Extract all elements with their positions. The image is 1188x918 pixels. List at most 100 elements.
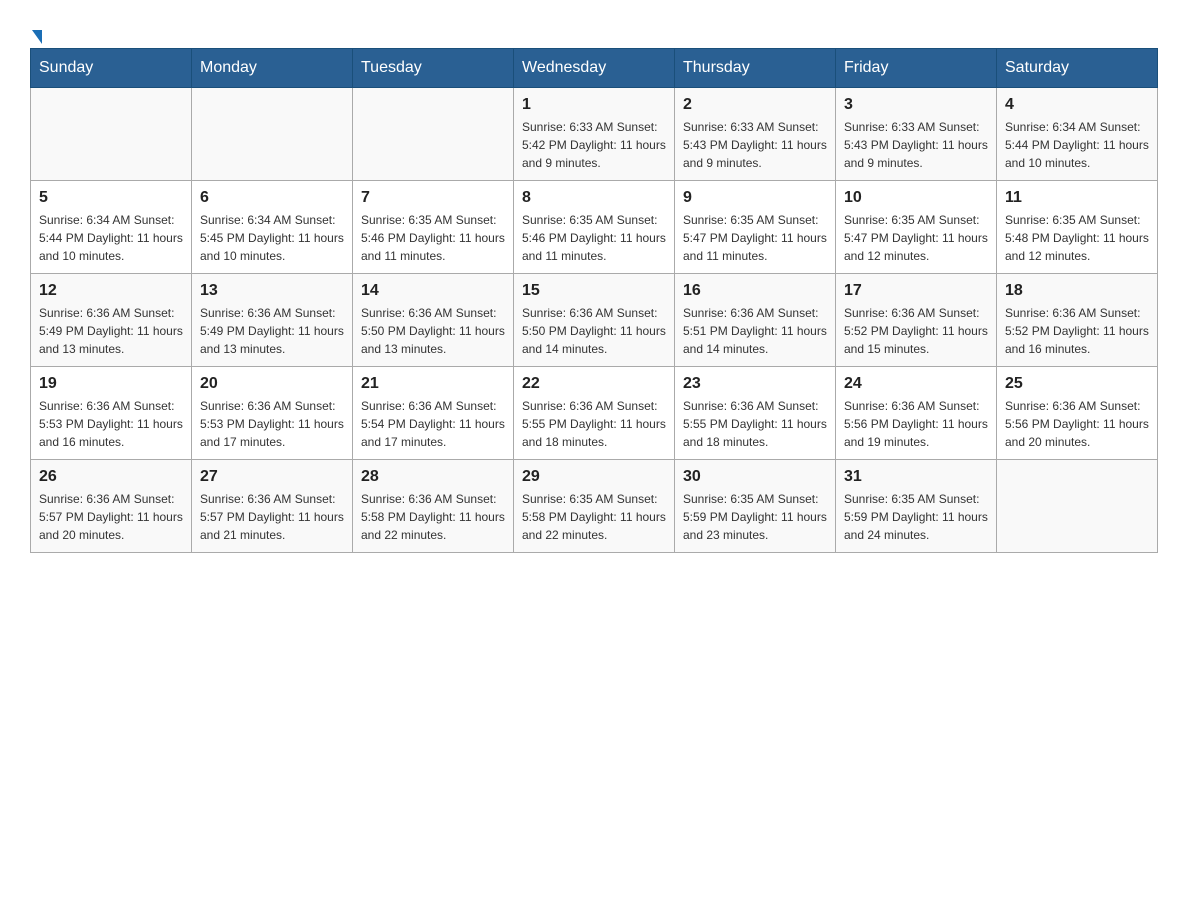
calendar-cell: 4Sunrise: 6:34 AM Sunset: 5:44 PM Daylig… xyxy=(997,88,1158,181)
day-number: 28 xyxy=(361,468,505,486)
weekday-header-sunday: Sunday xyxy=(31,49,192,88)
day-info: Sunrise: 6:36 AM Sunset: 5:50 PM Dayligh… xyxy=(522,304,666,358)
calendar-cell: 5 Sunrise: 6:34 AM Sunset: 5:44 PM Daylig… xyxy=(31,181,192,274)
day-number: 25 xyxy=(1005,375,1149,393)
day-info: Sunrise: 6:34 AM Sunset: 5:45 PM Dayligh… xyxy=(200,211,344,265)
calendar-cell: 31 Sunrise: 6:35 AM Sunset: 5:59 PM Dayli… xyxy=(836,460,997,553)
day-number: 26 xyxy=(39,468,183,486)
day-number: 15 xyxy=(522,282,666,300)
calendar-cell: 6 Sunrise: 6:34 AM Sunset: 5:45 PM Daylig… xyxy=(192,181,353,274)
day-info: Sunrise: 6:36 AM Sunset: 5:54 PM Dayligh… xyxy=(361,397,505,451)
day-number: 23 xyxy=(683,375,827,393)
calendar-cell: 18 Sunrise: 6:36 AM Sunset: 5:52 PM Dayli… xyxy=(997,274,1158,367)
day-number: 12 xyxy=(39,282,183,300)
calendar-week-row-3: 12 Sunrise: 6:36 AM Sunset: 5:49 PM Dayli… xyxy=(31,274,1158,367)
day-number: 17 xyxy=(844,282,988,300)
day-info: Sunrise: 6:35 AM Sunset: 5:48 PM Dayligh… xyxy=(1005,211,1149,265)
day-info: Sunrise: 6:36 AM Sunset: 5:50 PM Dayligh… xyxy=(361,304,505,358)
calendar-cell: 22Sunrise: 6:36 AM Sunset: 5:55 PM Dayli… xyxy=(514,367,675,460)
day-number: 3 xyxy=(844,96,988,114)
calendar-cell: 13 Sunrise: 6:36 AM Sunset: 5:49 PM Dayli… xyxy=(192,274,353,367)
calendar-cell: 10Sunrise: 6:35 AM Sunset: 5:47 PM Dayli… xyxy=(836,181,997,274)
day-info: Sunrise: 6:34 AM Sunset: 5:44 PM Dayligh… xyxy=(39,211,183,265)
day-number: 29 xyxy=(522,468,666,486)
calendar-cell: 7 Sunrise: 6:35 AM Sunset: 5:46 PM Daylig… xyxy=(353,181,514,274)
calendar-cell: 1 Sunrise: 6:33 AM Sunset: 5:42 PM Daylig… xyxy=(514,88,675,181)
day-info: Sunrise: 6:33 AM Sunset: 5:43 PM Dayligh… xyxy=(683,118,827,172)
day-number: 6 xyxy=(200,189,344,207)
calendar-cell: 15 Sunrise: 6:36 AM Sunset: 5:50 PM Dayli… xyxy=(514,274,675,367)
day-info: Sunrise: 6:35 AM Sunset: 5:59 PM Dayligh… xyxy=(683,490,827,544)
day-info: Sunrise: 6:36 AM Sunset: 5:49 PM Dayligh… xyxy=(39,304,183,358)
day-info: Sunrise: 6:35 AM Sunset: 5:46 PM Dayligh… xyxy=(522,211,666,265)
weekday-header-thursday: Thursday xyxy=(675,49,836,88)
day-info: Sunrise: 6:35 AM Sunset: 5:59 PM Dayligh… xyxy=(844,490,988,544)
day-info: Sunrise: 6:36 AM Sunset: 5:56 PM Dayligh… xyxy=(844,397,988,451)
day-info: Sunrise: 6:36 AM Sunset: 5:57 PM Dayligh… xyxy=(200,490,344,544)
weekday-header-tuesday: Tuesday xyxy=(353,49,514,88)
calendar-week-row-1: 1 Sunrise: 6:33 AM Sunset: 5:42 PM Daylig… xyxy=(31,88,1158,181)
calendar-cell xyxy=(192,88,353,181)
day-info: Sunrise: 6:35 AM Sunset: 5:58 PM Dayligh… xyxy=(522,490,666,544)
calendar-cell: 11 Sunrise: 6:35 AM Sunset: 5:48 PM Dayli… xyxy=(997,181,1158,274)
day-number: 31 xyxy=(844,468,988,486)
weekday-header-friday: Friday xyxy=(836,49,997,88)
day-number: 14 xyxy=(361,282,505,300)
calendar-cell: 16 Sunrise: 6:36 AM Sunset: 5:51 PM Dayli… xyxy=(675,274,836,367)
day-info: Sunrise: 6:36 AM Sunset: 5:52 PM Dayligh… xyxy=(844,304,988,358)
day-info: Sunrise: 6:33 AM Sunset: 5:43 PM Dayligh… xyxy=(844,118,988,172)
logo xyxy=(30,30,42,38)
day-info: Sunrise: 6:34 AM Sunset: 5:44 PM Dayligh… xyxy=(1005,118,1149,172)
calendar-cell: 30 Sunrise: 6:35 AM Sunset: 5:59 PM Dayli… xyxy=(675,460,836,553)
day-info: Sunrise: 6:35 AM Sunset: 5:46 PM Dayligh… xyxy=(361,211,505,265)
calendar-cell xyxy=(31,88,192,181)
calendar-cell: 21Sunrise: 6:36 AM Sunset: 5:54 PM Dayli… xyxy=(353,367,514,460)
weekday-header-row: SundayMondayTuesdayWednesdayThursdayFrid… xyxy=(31,49,1158,88)
weekday-header-saturday: Saturday xyxy=(997,49,1158,88)
day-info: Sunrise: 6:33 AM Sunset: 5:42 PM Dayligh… xyxy=(522,118,666,172)
day-number: 24 xyxy=(844,375,988,393)
day-info: Sunrise: 6:36 AM Sunset: 5:51 PM Dayligh… xyxy=(683,304,827,358)
day-info: Sunrise: 6:36 AM Sunset: 5:55 PM Dayligh… xyxy=(683,397,827,451)
day-info: Sunrise: 6:36 AM Sunset: 5:52 PM Dayligh… xyxy=(1005,304,1149,358)
day-number: 9 xyxy=(683,189,827,207)
calendar-cell: 23 Sunrise: 6:36 AM Sunset: 5:55 PM Dayli… xyxy=(675,367,836,460)
calendar-week-row-4: 19 Sunrise: 6:36 AM Sunset: 5:53 PM Dayli… xyxy=(31,367,1158,460)
day-info: Sunrise: 6:35 AM Sunset: 5:47 PM Dayligh… xyxy=(683,211,827,265)
calendar-cell: 9 Sunrise: 6:35 AM Sunset: 5:47 PM Daylig… xyxy=(675,181,836,274)
day-number: 8 xyxy=(522,189,666,207)
day-info: Sunrise: 6:36 AM Sunset: 5:53 PM Dayligh… xyxy=(39,397,183,451)
day-number: 18 xyxy=(1005,282,1149,300)
calendar-cell: 19 Sunrise: 6:36 AM Sunset: 5:53 PM Dayli… xyxy=(31,367,192,460)
day-number: 13 xyxy=(200,282,344,300)
day-number: 11 xyxy=(1005,189,1149,207)
day-number: 7 xyxy=(361,189,505,207)
day-number: 30 xyxy=(683,468,827,486)
day-info: Sunrise: 6:36 AM Sunset: 5:49 PM Dayligh… xyxy=(200,304,344,358)
day-info: Sunrise: 6:36 AM Sunset: 5:57 PM Dayligh… xyxy=(39,490,183,544)
day-number: 27 xyxy=(200,468,344,486)
day-number: 19 xyxy=(39,375,183,393)
day-info: Sunrise: 6:36 AM Sunset: 5:56 PM Dayligh… xyxy=(1005,397,1149,451)
calendar-cell: 2 Sunrise: 6:33 AM Sunset: 5:43 PM Daylig… xyxy=(675,88,836,181)
day-number: 2 xyxy=(683,96,827,114)
calendar-cell xyxy=(353,88,514,181)
day-number: 1 xyxy=(522,96,666,114)
day-info: Sunrise: 6:36 AM Sunset: 5:58 PM Dayligh… xyxy=(361,490,505,544)
day-info: Sunrise: 6:36 AM Sunset: 5:55 PM Dayligh… xyxy=(522,397,666,451)
day-number: 5 xyxy=(39,189,183,207)
calendar-cell: 20 Sunrise: 6:36 AM Sunset: 5:53 PM Dayli… xyxy=(192,367,353,460)
calendar-cell: 26 Sunrise: 6:36 AM Sunset: 5:57 PM Dayli… xyxy=(31,460,192,553)
calendar-cell: 12 Sunrise: 6:36 AM Sunset: 5:49 PM Dayli… xyxy=(31,274,192,367)
calendar-cell: 14 Sunrise: 6:36 AM Sunset: 5:50 PM Dayli… xyxy=(353,274,514,367)
day-info: Sunrise: 6:36 AM Sunset: 5:53 PM Dayligh… xyxy=(200,397,344,451)
calendar-table: SundayMondayTuesdayWednesdayThursdayFrid… xyxy=(30,48,1158,553)
calendar-cell: 17 Sunrise: 6:36 AM Sunset: 5:52 PM Dayli… xyxy=(836,274,997,367)
weekday-header-wednesday: Wednesday xyxy=(514,49,675,88)
calendar-week-row-2: 5 Sunrise: 6:34 AM Sunset: 5:44 PM Daylig… xyxy=(31,181,1158,274)
page-header xyxy=(30,20,1158,38)
calendar-cell: 25 Sunrise: 6:36 AM Sunset: 5:56 PM Dayli… xyxy=(997,367,1158,460)
day-number: 16 xyxy=(683,282,827,300)
day-number: 20 xyxy=(200,375,344,393)
calendar-cell: 28 Sunrise: 6:36 AM Sunset: 5:58 PM Dayli… xyxy=(353,460,514,553)
